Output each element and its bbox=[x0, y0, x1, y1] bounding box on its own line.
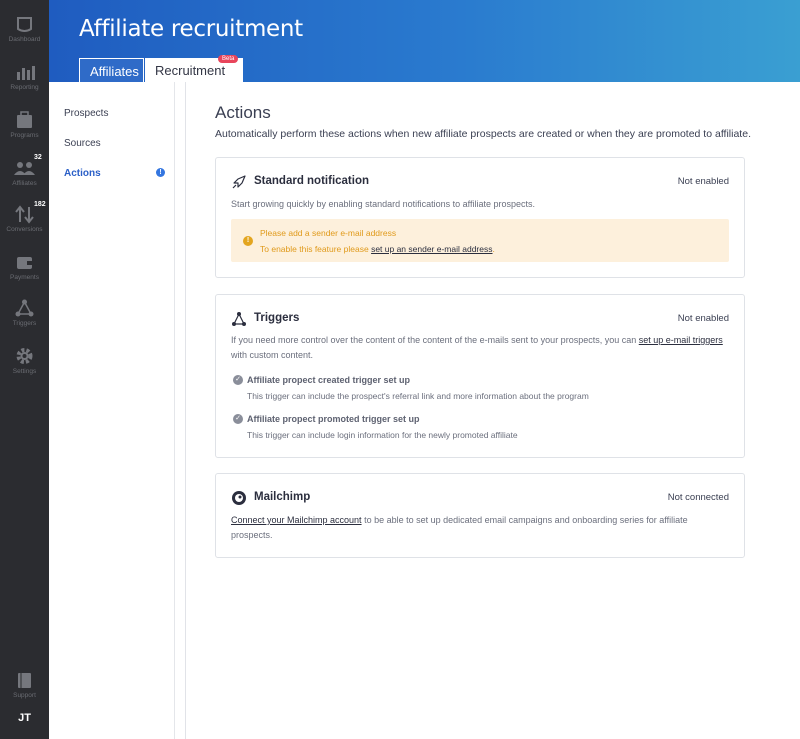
gear-icon bbox=[16, 348, 33, 364]
triggers-icon bbox=[15, 299, 34, 317]
rail-item-programs[interactable]: Programs bbox=[0, 110, 49, 139]
section-subtitle: Automatically perform these actions when… bbox=[215, 128, 751, 140]
card-description: Start growing quickly by enabling standa… bbox=[231, 199, 536, 209]
email-triggers-link[interactable]: set up e-mail triggers bbox=[639, 335, 723, 345]
rail-label: Support bbox=[13, 692, 36, 699]
users-icon bbox=[14, 162, 35, 175]
card-description-line2: prospects. bbox=[231, 530, 273, 540]
info-icon: ! bbox=[156, 168, 165, 177]
desc-pre: If you need more control over the conten… bbox=[231, 335, 639, 345]
status-text: Not connected bbox=[667, 492, 729, 503]
trigger-item-title: Affiliate propect created trigger set up bbox=[247, 375, 411, 385]
standard-notification-card: Standard notification Not enabled Start … bbox=[215, 157, 745, 278]
card-title: Triggers bbox=[254, 312, 300, 324]
trigger-item-desc: This trigger can include the prospect's … bbox=[247, 391, 589, 401]
rail-item-settings[interactable]: Settings bbox=[0, 346, 49, 375]
wallet-icon bbox=[17, 257, 32, 269]
rail-label: Programs bbox=[10, 132, 39, 139]
rail-label: Reporting bbox=[10, 84, 39, 91]
beta-badge: Beta bbox=[218, 55, 239, 63]
warning-text-pre: To enable this feature please bbox=[260, 244, 372, 254]
book-icon bbox=[18, 673, 31, 688]
rail-label: Settings bbox=[12, 368, 37, 375]
page-header: Affiliate recruitment Affiliates Recruit… bbox=[49, 0, 800, 82]
page-title: Affiliate recruitment bbox=[79, 16, 303, 42]
check-icon: ✓ bbox=[233, 414, 243, 424]
tab-label: Recruitment bbox=[155, 63, 226, 78]
warning-banner: ! Please add a sender e-mail address To … bbox=[231, 219, 729, 262]
rail-label: Dashboard bbox=[8, 36, 41, 43]
status-text: Not enabled bbox=[677, 313, 729, 324]
rocket-icon bbox=[232, 175, 246, 189]
desc-post: to be able to set up dedicated email cam… bbox=[361, 515, 688, 525]
card-description-line2: with custom content. bbox=[231, 350, 314, 360]
triggers-icon bbox=[232, 312, 246, 326]
rail-item-affiliates[interactable]: Affiliates bbox=[0, 158, 49, 187]
check-icon: ✓ bbox=[233, 375, 243, 385]
rail-item-payments[interactable]: Payments bbox=[0, 252, 49, 281]
affiliates-count-badge: 32 bbox=[34, 154, 42, 161]
subnav-item-prospects[interactable]: Prospects bbox=[64, 108, 108, 119]
mailchimp-card: Mailchimp Not connected Connect your Mai… bbox=[215, 473, 745, 558]
connect-mailchimp-link[interactable]: Connect your Mailchimp account bbox=[231, 515, 362, 525]
avatar[interactable]: JT bbox=[0, 712, 49, 724]
card-title: Mailchimp bbox=[254, 491, 311, 503]
secondary-sidebar: Prospects Sources Actions ! bbox=[49, 82, 186, 739]
divider bbox=[174, 82, 175, 739]
conversions-count-badge: 182 bbox=[34, 201, 46, 208]
tab-affiliates[interactable]: Affiliates bbox=[79, 58, 144, 82]
sender-email-link[interactable]: set up an sender e-mail address bbox=[371, 244, 492, 254]
rail-label: Triggers bbox=[12, 320, 37, 327]
rail-label: Conversions bbox=[6, 226, 43, 233]
rail-label: Payments bbox=[10, 274, 39, 281]
rail-item-support[interactable]: Support bbox=[0, 670, 49, 699]
card-description: If you need more control over the conten… bbox=[231, 333, 723, 348]
tab-recruitment[interactable]: Recruitment Beta bbox=[145, 55, 243, 82]
warning-text: To enable this feature please set up an … bbox=[260, 244, 495, 254]
dashboard-icon bbox=[17, 17, 32, 32]
triggers-card: Triggers Not enabled If you need more co… bbox=[215, 294, 745, 458]
rail-item-triggers[interactable]: Triggers bbox=[0, 298, 49, 327]
rail-item-dashboard[interactable]: Dashboard bbox=[0, 14, 49, 43]
status-text: Not enabled bbox=[677, 176, 729, 187]
briefcase-icon bbox=[17, 111, 32, 128]
trigger-item-title: Affiliate propect promoted trigger set u… bbox=[247, 414, 420, 424]
bar-chart-icon bbox=[17, 66, 35, 80]
rail-item-reporting[interactable]: Reporting bbox=[0, 62, 49, 91]
rail-label: Affiliates bbox=[12, 180, 37, 187]
card-description: Connect your Mailchimp account to be abl… bbox=[231, 513, 688, 528]
section-title: Actions bbox=[215, 103, 271, 122]
subnav-item-sources[interactable]: Sources bbox=[64, 138, 101, 149]
card-title: Standard notification bbox=[254, 175, 369, 187]
subnav-item-actions[interactable]: Actions bbox=[64, 168, 101, 179]
app-rail: Dashboard Reporting Programs Affiliates … bbox=[0, 0, 49, 739]
rail-item-conversions[interactable]: Conversions bbox=[0, 204, 49, 233]
warning-title: Please add a sender e-mail address bbox=[260, 228, 397, 238]
warning-text-post: . bbox=[492, 244, 495, 254]
trigger-item-desc: This trigger can include login informati… bbox=[247, 430, 518, 440]
mailchimp-icon bbox=[232, 491, 246, 505]
warning-icon: ! bbox=[243, 236, 253, 246]
